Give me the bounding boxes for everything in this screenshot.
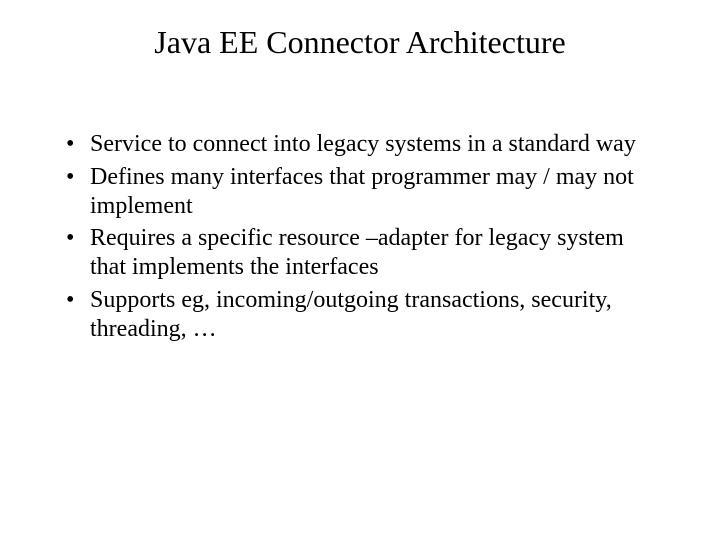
slide-title: Java EE Connector Architecture <box>0 24 720 61</box>
list-item: Service to connect into legacy systems i… <box>62 130 662 159</box>
bullet-list: Service to connect into legacy systems i… <box>62 130 662 344</box>
list-item: Requires a specific resource –adapter fo… <box>62 224 662 282</box>
list-item: Defines many interfaces that programmer … <box>62 163 662 221</box>
slide-content: Service to connect into legacy systems i… <box>62 130 662 348</box>
list-item: Supports eg, incoming/outgoing transacti… <box>62 286 662 344</box>
slide: Java EE Connector Architecture Service t… <box>0 0 720 540</box>
